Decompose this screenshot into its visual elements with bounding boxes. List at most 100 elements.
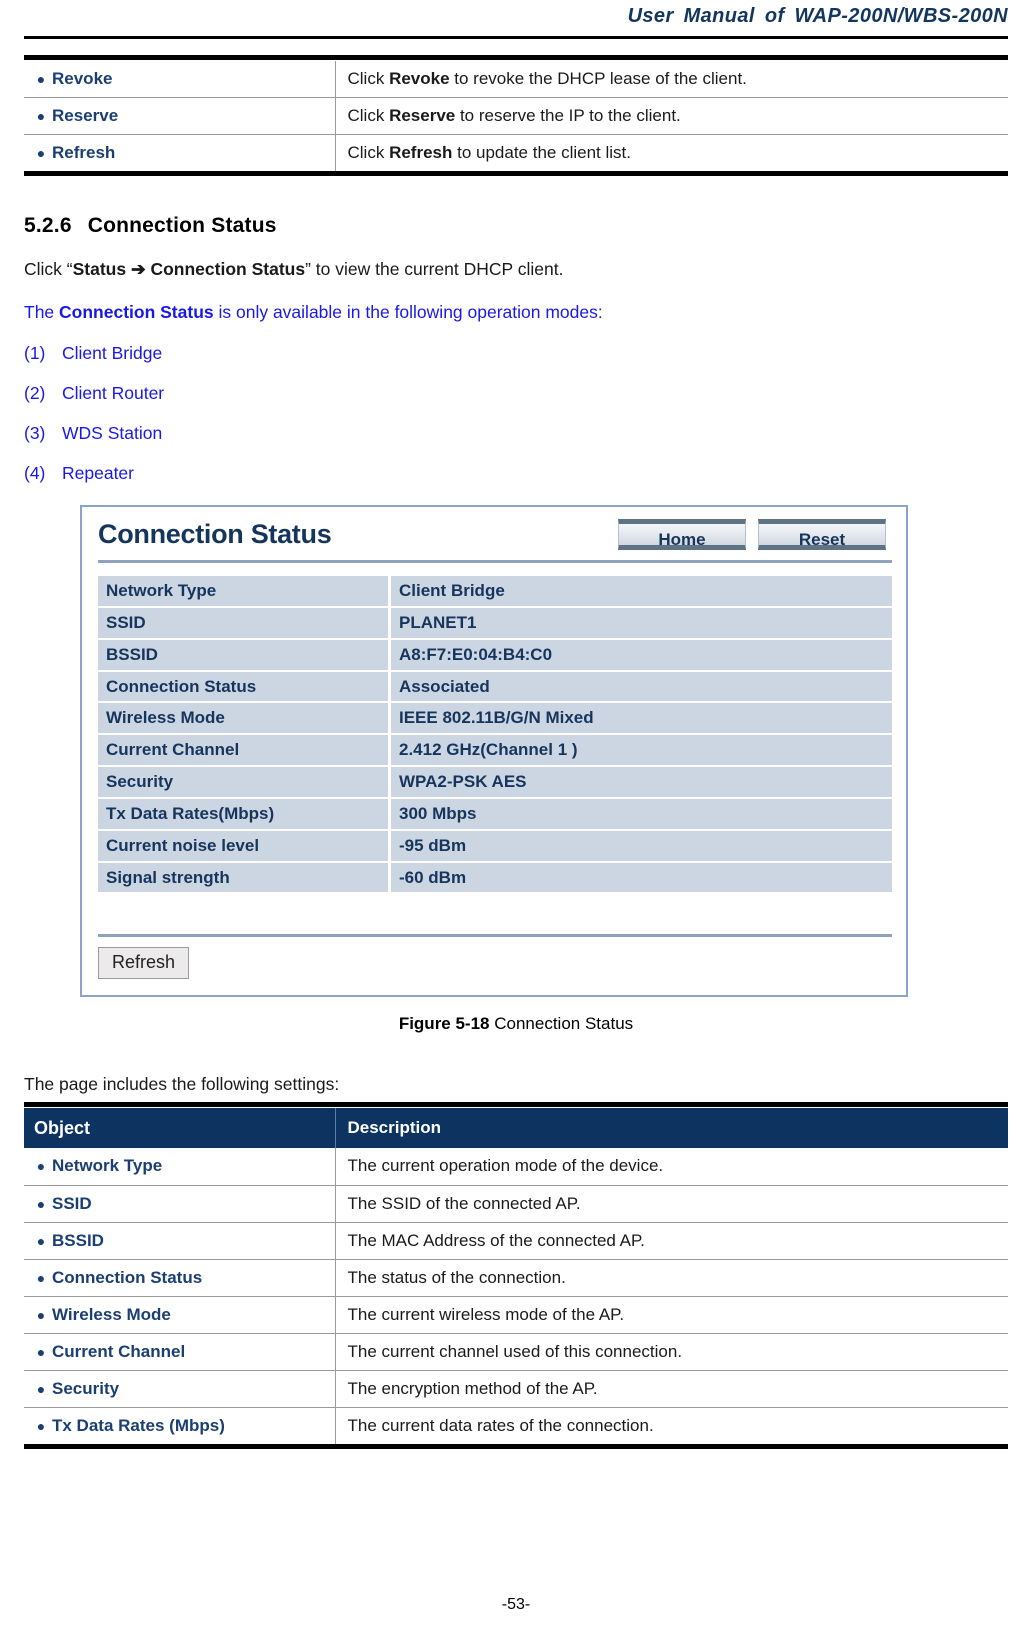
object-cell: ● Wireless Mode	[24, 1296, 336, 1334]
status-key: Tx Data Rates(Mbps)	[98, 798, 388, 829]
status-value: Associated	[391, 671, 892, 702]
table-row: ● Revoke Click Revoke to revoke the DHCP l…	[24, 61, 1008, 99]
screenshot-title: Connection Status	[98, 519, 332, 550]
status-value: A8:F7:E0:04:B4:C0	[391, 639, 892, 670]
bullet-label: ● Current Channel	[30, 1342, 335, 1362]
object-cell: ● Refresh	[24, 134, 336, 172]
bullet-label: ● Refresh	[30, 143, 335, 163]
running-header: User Manual of WAP-200N/WBS-200N	[627, 5, 1008, 27]
desc-post: to revoke the DHCP lease of the client.	[449, 69, 747, 88]
settings-intro: The page includes the following settings…	[24, 1074, 340, 1095]
column-header-description: Description	[335, 1108, 1008, 1149]
desc-post: to reserve the IP to the client.	[455, 106, 681, 126]
intro-path: Status ➔ Connection Status	[72, 259, 306, 280]
object-name: Network Type	[52, 1156, 163, 1176]
object-cell: ● Tx Data Rates (Mbps)	[24, 1407, 336, 1445]
description-cell: Click Reserve to reserve the IP to the c…	[335, 97, 1008, 136]
bullet-icon: ●	[36, 1195, 46, 1212]
table-row: ● Refresh Click Refresh to update the clie…	[24, 134, 1008, 172]
object-name: Tx Data Rates (Mbps)	[52, 1416, 225, 1436]
description-cell: The current wireless mode of the AP.	[335, 1296, 1008, 1334]
operation-mode-item: (1) Client Bridge	[24, 343, 1008, 364]
home-button[interactable]: Home	[618, 519, 746, 551]
mode-label: Client Router	[62, 383, 165, 404]
bullet-label: ● Security	[30, 1379, 335, 1399]
operation-mode-item: (3) WDS Station	[24, 423, 1008, 444]
mode-label: WDS Station	[62, 423, 163, 444]
status-row: Current Channel 2.412 GHz(Channel 1 )	[98, 735, 892, 766]
description-cell: Click Revoke to revoke the DHCP lease of…	[335, 61, 1008, 99]
table-row: ● Connection Status The status of the conn…	[24, 1259, 1008, 1297]
status-key: Current noise level	[98, 830, 388, 861]
status-key: Network Type	[98, 576, 388, 606]
bullet-label: ● Tx Data Rates (Mbps)	[30, 1416, 335, 1436]
desc-action: Reserve	[389, 106, 456, 126]
operation-modes-list: (1) Client Bridge (2) Client Router (3) WDS S…	[24, 343, 1008, 484]
bullet-label: ● Revoke	[30, 69, 335, 89]
mode-index: (1)	[24, 343, 46, 364]
description-cell: The current channel used of this connect…	[335, 1333, 1008, 1372]
status-key: Security	[98, 767, 388, 797]
status-row: BSSID A8:F7:E0:04:B4:C0	[98, 639, 892, 670]
object-cell: ● Network Type	[24, 1148, 336, 1186]
table-row: ● Network Type The current operation mode …	[24, 1148, 1008, 1186]
object-name: Refresh	[52, 143, 116, 163]
status-row: Signal strength -60 dBm	[98, 862, 892, 893]
table-row: ● Current Channel The current channel used…	[24, 1333, 1008, 1372]
reset-button[interactable]: Reset	[758, 519, 886, 551]
bullet-label: ● Reserve	[30, 106, 335, 126]
object-name: Security	[52, 1379, 120, 1399]
description-cell: The SSID of the connected AP.	[335, 1185, 1008, 1223]
bottom-table-top-rule	[24, 1102, 1008, 1108]
table-header-row: Object Description	[24, 1108, 1008, 1149]
description-cell: The current data rates of the connection…	[347, 1416, 654, 1436]
mode-index: (4)	[24, 463, 46, 484]
description-cell: The current operation mode of the device…	[335, 1148, 1008, 1186]
description-cell: The MAC Address of the connected AP.	[335, 1222, 1008, 1260]
screenshot-header-buttons: Home Reset	[618, 519, 892, 551]
note-pre: The	[24, 302, 60, 323]
description-cell: The status of the connection.	[335, 1259, 1008, 1297]
connection-status-screenshot: Connection Status Home Reset Network Typ…	[80, 505, 908, 998]
status-value: 2.412 GHz(Channel 1 )	[391, 735, 892, 766]
section-number: 5.2.6	[24, 214, 72, 238]
operation-mode-item: (2) Client Router	[24, 383, 1008, 404]
object-name: Current Channel	[52, 1341, 186, 1361]
object-cell: ● Current Channel	[24, 1333, 336, 1372]
note-post: is only available in the following opera…	[213, 302, 603, 323]
status-value: Client Bridge	[391, 576, 892, 606]
status-row: Security WPA2-PSK AES	[98, 767, 892, 797]
bullet-icon: ●	[36, 1418, 46, 1435]
desc-pre: Click	[347, 69, 390, 88]
figure-label: Figure 5-18	[398, 1014, 490, 1034]
table-row: ● Reserve Click Reserve to reserve the IP …	[24, 97, 1008, 136]
status-row: Wireless Mode IEEE 802.11B/G/N Mixed	[98, 703, 892, 734]
intro-post: ” to view the current DHCP client.	[305, 259, 564, 280]
bullet-icon: ●	[36, 1232, 46, 1249]
mode-index: (2)	[24, 383, 46, 404]
bullet-icon: ●	[36, 1306, 46, 1323]
refresh-button[interactable]: Refresh	[98, 947, 190, 980]
figure-caption: Figure 5-18 Connection Status	[24, 1014, 1008, 1034]
mode-label: Repeater	[62, 463, 134, 484]
bullet-icon: ●	[36, 1269, 46, 1286]
top-table-bottom-rule	[24, 171, 1008, 177]
object-cell: ● SSID	[24, 1185, 336, 1223]
status-row: Current noise level -95 dBm	[98, 830, 892, 861]
table-row: ● Tx Data Rates (Mbps) The current data ra…	[24, 1407, 1008, 1445]
status-value: -60 dBm	[391, 862, 892, 893]
bullet-label: ● Network Type	[30, 1156, 335, 1176]
bullet-icon: ●	[36, 1381, 46, 1398]
page-title: 5.2.6 Connection Status	[24, 214, 1008, 238]
description-cell: The encryption method of the AP.	[335, 1370, 1008, 1409]
object-name: BSSID	[52, 1230, 104, 1250]
table-row: ● BSSID The MAC Address of the connected A…	[24, 1222, 1008, 1260]
status-value: WPA2-PSK AES	[391, 767, 892, 797]
figure-caption-text: Connection Status	[489, 1014, 634, 1034]
status-row: Tx Data Rates(Mbps) 300 Mbps	[98, 798, 892, 829]
object-cell: ● Security	[24, 1370, 336, 1409]
settings-description-table: Object Description ● Network Type The curr…	[24, 1108, 1008, 1445]
status-value: 300 Mbps	[391, 798, 892, 829]
status-key: SSID	[98, 607, 388, 638]
object-name: Connection Status	[52, 1267, 203, 1287]
